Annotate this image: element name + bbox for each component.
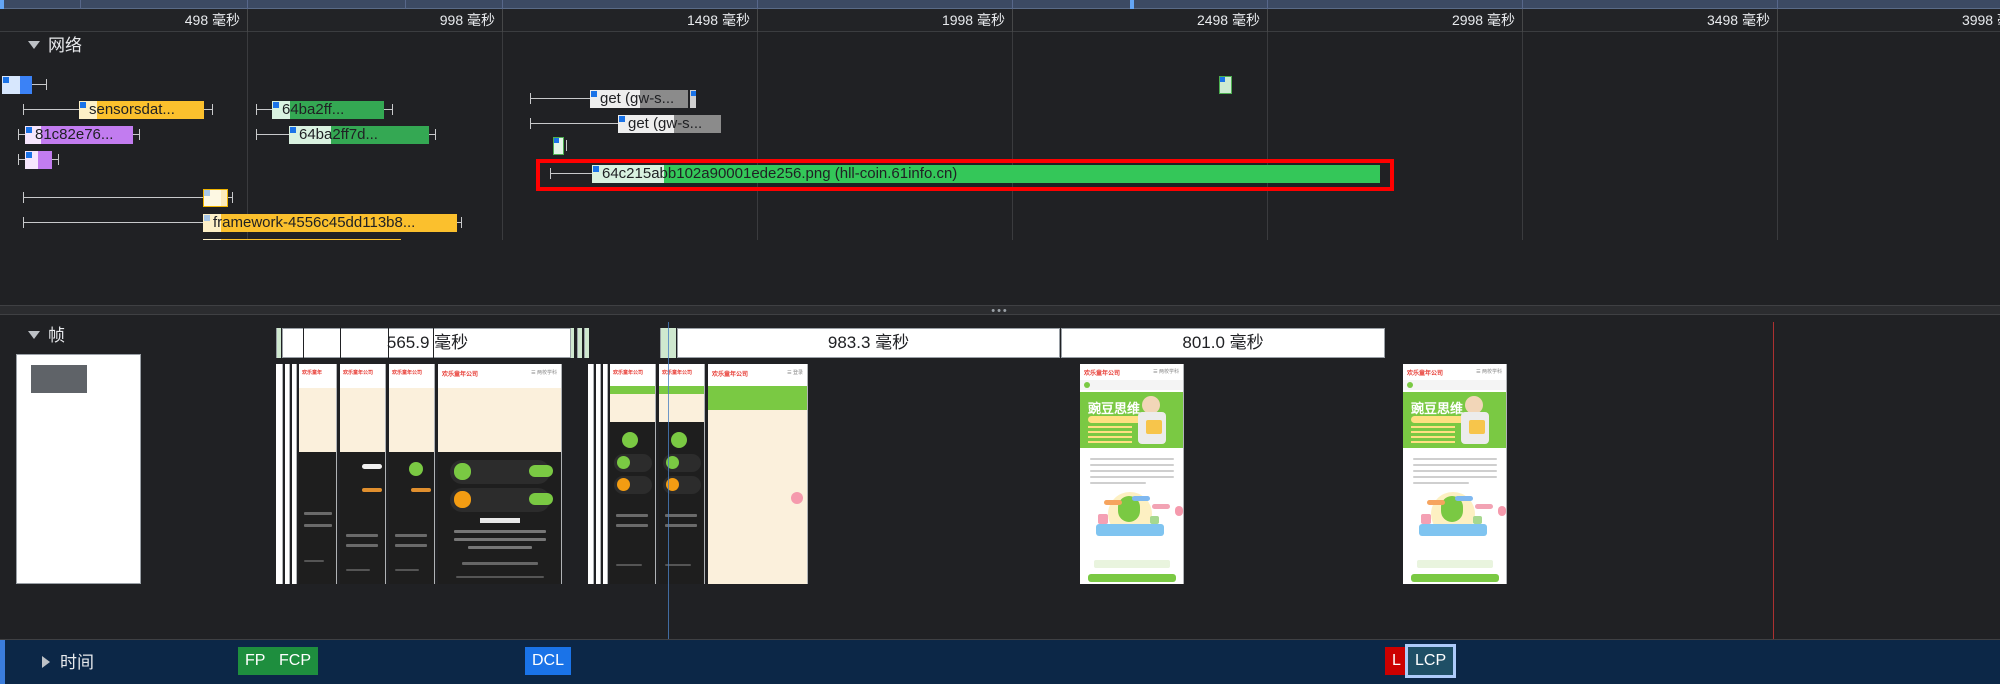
filmstrip-thumbnail[interactable]: 欢乐童年公司 [659,364,705,584]
ruler-label: 1498 毫秒 [686,12,750,28]
overview-tick [757,0,758,9]
timing-marker-lcp[interactable]: LCP [1404,644,1457,678]
overview-tick [1777,0,1778,9]
network-request-row[interactable]: sensorsdat... [23,101,213,119]
network-request-row[interactable]: get (gw-s... [530,115,722,133]
timing-marker-l[interactable]: L [1385,647,1408,675]
drag-dots-icon: ••• [991,305,1009,317]
filmstrip-thumbnail[interactable]: 欢乐童年 [299,364,337,584]
frame-thumbnail-placeholder[interactable] [16,354,141,584]
network-request-row[interactable]: framework-4556c45dd113b8... [23,214,463,232]
ruler-label: 998 毫秒 [439,12,495,28]
network-request-row[interactable] [553,137,569,155]
section-resize-handle[interactable]: ••• [0,305,2000,317]
ruler-label: 2998 毫秒 [1451,12,1515,28]
network-request-row[interactable] [18,151,62,169]
triangle-right-icon[interactable] [42,656,50,668]
overview-selection-left-handle[interactable] [0,0,4,9]
filmstrip-thumbnail[interactable]: 欢乐童年公司 ☰ 登录 [708,364,808,584]
network-request-row[interactable]: 64ba2ff... [256,101,397,119]
ruler-label: 498 毫秒 [184,12,240,28]
network-request-row[interactable]: 64ba2ff7d... [256,126,436,144]
timing-marker-fcp[interactable]: FCP [272,647,318,675]
timings-left-accent [0,640,5,684]
overview-tick [247,0,248,9]
time-ruler[interactable]: 498 毫秒 998 毫秒 1498 毫秒 1998 毫秒 2498 毫秒 29… [0,9,2000,32]
filmstrip-thumbnail[interactable]: 欢乐童年公司 [389,364,435,584]
timings-section-title[interactable]: 时间 [60,640,94,684]
triangle-down-icon[interactable] [28,331,40,339]
network-request-row[interactable]: 64c215abb102a90001ede256.png (hll-coin.6… [550,165,1382,183]
network-request-row[interactable] [2,76,50,94]
filmstrip-thumbnail[interactable]: 欢乐童年公司 [340,364,386,584]
overview-tick [405,0,406,9]
network-request-row[interactable]: main-18053c3f67c4d4... [23,239,413,240]
filmstrip-thumbnail[interactable]: 欢乐童年公司 ☰ 两校学科 豌豆思维 [1080,364,1184,584]
ruler-label: 3998 毫秒 [1961,12,2000,28]
network-request-row[interactable] [1219,76,1233,94]
overview-tick [1522,0,1523,9]
timing-marker-fp[interactable]: FP [238,647,273,675]
network-request-row[interactable]: get (gw-s... [530,90,698,108]
filmstrip-thumbnail[interactable]: 欢乐童年公司 ☰ 两校学科 [438,364,562,584]
performance-panel: 498 毫秒 998 毫秒 1498 毫秒 1998 毫秒 2498 毫秒 29… [0,0,2000,684]
filmstrip-thumbnail[interactable]: 欢乐童年公司 ☰ 两校学科 豌豆思维 [1403,364,1507,584]
frames-section: 帧 565.9 毫秒 983.3 毫秒 801.0 毫秒 欢乐童年 欢乐童年公司… [0,322,2000,639]
timings-section: 时间 FP FCP DCL L LCP [0,639,2000,684]
network-section-title[interactable]: 网络 [48,32,82,60]
overview-tick [1267,0,1268,9]
overview-tick [80,0,81,9]
timing-marker-dcl[interactable]: DCL [525,647,572,675]
frame-duration-band[interactable]: 565.9 毫秒 [282,328,573,358]
ruler-label: 1998 毫秒 [941,12,1005,28]
network-request-row[interactable]: 81c82e76... [18,126,141,144]
frame-duration-band[interactable]: 801.0 毫秒 [1061,328,1385,358]
filmstrip-thumbnail[interactable]: 欢乐童年公司 [610,364,656,584]
triangle-down-icon[interactable] [28,41,40,49]
network-request-row[interactable] [23,189,233,207]
overview-marker [1130,0,1134,9]
network-section: 网络 sensorsdat... 64ba2ff... 81c82e76... … [0,32,2000,240]
ruler-label: 2498 毫秒 [1196,12,1260,28]
ruler-label: 3498 毫秒 [1706,12,1770,28]
annotation-text: 没有使用预加载 [1060,237,1284,240]
overview-tick [502,0,503,9]
frame-duration-band[interactable]: 983.3 毫秒 [677,328,1060,358]
overview-strip[interactable] [0,0,2000,9]
frames-section-title[interactable]: 帧 [48,322,65,350]
overview-tick [1012,0,1013,9]
